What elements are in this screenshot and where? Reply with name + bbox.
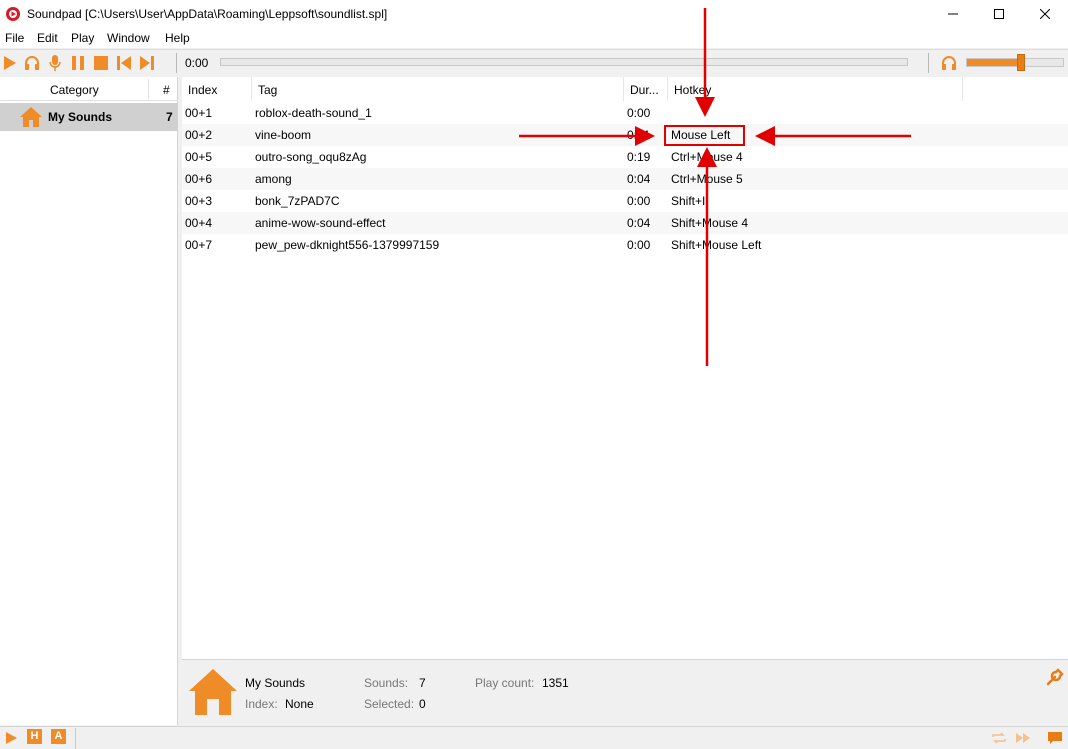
cell-duration: 0:00 xyxy=(627,238,651,252)
cell-duration: 0:00 xyxy=(627,194,651,208)
soundpad-logo-icon xyxy=(6,7,20,21)
table-row[interactable]: 00+4 anime-wow-sound-effect 0:04 Shift+Mous… xyxy=(182,212,1068,234)
info-playcount-label: Play count: xyxy=(475,676,535,690)
chat-bubble-icon[interactable] xyxy=(1047,730,1063,746)
cell-hotkey: Ctrl+Mouse 5 xyxy=(671,172,743,186)
info-selected-value: 0 xyxy=(419,697,426,711)
table-row[interactable]: 00+7 pew_pew-dknight556-1379997159 0:00 Shi… xyxy=(182,234,1068,256)
maximize-button[interactable] xyxy=(976,0,1022,28)
autostart-toggle-button[interactable]: A xyxy=(51,729,66,744)
cell-tag: anime-wow-sound-effect xyxy=(255,216,386,230)
cell-tag: bonk_7zPAD7C xyxy=(255,194,340,208)
category-name: My Sounds xyxy=(48,110,113,124)
category-header: Category # xyxy=(0,77,178,101)
menu-edit[interactable]: Edit xyxy=(37,31,58,45)
cell-duration: 0:04 xyxy=(627,172,651,186)
cell-hotkey: Shift+Mouse 4 xyxy=(671,216,749,230)
cell-tag: vine-boom xyxy=(255,128,312,142)
cell-duration: 0:19 xyxy=(627,150,651,164)
menu-help[interactable]: Help xyxy=(165,31,190,45)
category-item-my-sounds[interactable]: My Sounds 7 xyxy=(0,103,178,131)
cell-hotkey: Shift+Mouse Left xyxy=(671,238,762,252)
cell-index: 00+6 xyxy=(185,172,213,186)
home-icon xyxy=(20,107,42,127)
cell-duration: 0:04 xyxy=(627,216,651,230)
menu-file[interactable]: File xyxy=(5,31,24,45)
count-column-header[interactable]: # xyxy=(163,83,170,97)
menu-bar: File Edit Play Window Help xyxy=(0,28,1068,48)
play-icon[interactable] xyxy=(3,730,19,746)
info-playcount-value: 1351 xyxy=(542,676,569,690)
table-row[interactable]: 00+3 bonk_7zPAD7C 0:00 Shift+I xyxy=(182,190,1068,212)
status-bar: H A xyxy=(0,726,1068,749)
volume-slider[interactable] xyxy=(966,54,1064,71)
maximize-icon xyxy=(994,9,1004,19)
play-icon[interactable] xyxy=(1,54,19,72)
table-row[interactable]: 00+1 roblox-death-sound_1 0:00 xyxy=(182,102,1068,124)
category-count: 7 xyxy=(166,110,173,124)
cell-duration: 0:01 xyxy=(627,128,651,142)
seek-bar[interactable] xyxy=(220,58,908,66)
cell-index: 00+1 xyxy=(185,106,213,120)
table-row[interactable]: 00+6 among 0:04 Ctrl+Mouse 5 xyxy=(182,168,1068,190)
fast-forward-icon[interactable] xyxy=(1015,730,1031,746)
table-row[interactable]: 00+2 vine-boom 0:01 Mouse Left xyxy=(182,124,1068,146)
pause-icon[interactable] xyxy=(69,54,87,72)
playback-time: 0:00 xyxy=(185,56,209,70)
info-selected-label: Selected: xyxy=(364,697,415,711)
volume-thumb[interactable] xyxy=(1016,54,1025,71)
cell-tag: pew_pew-dknight556-1379997159 xyxy=(255,238,440,252)
sound-list: Index Tag Dur... Hotkey 00+1 roblox-death… xyxy=(182,77,1068,659)
cell-tag: outro-song_oqu8zAg xyxy=(255,150,367,164)
menu-window[interactable]: Window xyxy=(107,31,150,45)
tag-column-header[interactable]: Tag xyxy=(252,77,624,101)
cell-hotkey: Ctrl+Mouse 4 xyxy=(671,150,743,164)
menu-play[interactable]: Play xyxy=(71,31,94,45)
info-panel: My Sounds Index: None Sounds: 7 Selected… xyxy=(182,659,1068,725)
cell-tag: roblox-death-sound_1 xyxy=(255,106,372,120)
toolbar-separator xyxy=(928,53,929,73)
toolbar: 0:00 xyxy=(0,49,1068,75)
cell-index: 00+7 xyxy=(185,238,213,252)
statusbar-separator xyxy=(75,728,76,749)
microphone-icon[interactable] xyxy=(46,54,64,72)
cell-tag: among xyxy=(255,172,292,186)
stop-icon[interactable] xyxy=(92,54,110,72)
category-home-icon xyxy=(189,669,237,715)
cell-index: 00+3 xyxy=(185,194,213,208)
headphones-volume-icon[interactable] xyxy=(940,54,958,72)
index-column-header[interactable]: Index xyxy=(182,77,252,101)
info-sounds-value: 7 xyxy=(419,676,426,690)
repeat-icon[interactable] xyxy=(991,730,1007,746)
info-category-name: My Sounds xyxy=(245,676,306,690)
wrench-icon[interactable] xyxy=(1046,668,1064,686)
cell-index: 00+2 xyxy=(185,128,213,142)
cell-index: 00+4 xyxy=(185,216,213,230)
close-icon xyxy=(1040,9,1050,19)
volume-fill xyxy=(967,59,1021,66)
cell-index: 00+5 xyxy=(185,150,213,164)
toolbar-separator xyxy=(176,53,177,73)
duration-column-header[interactable]: Dur... xyxy=(624,77,668,101)
header-divider xyxy=(148,79,149,99)
previous-icon[interactable] xyxy=(115,54,133,72)
title-bar: Soundpad [C:\Users\User\AppData\Roaming\… xyxy=(0,0,1068,28)
minimize-icon xyxy=(948,13,958,15)
hotkeys-toggle-button[interactable]: H xyxy=(27,729,42,744)
close-button[interactable] xyxy=(1022,0,1068,28)
table-row[interactable]: 00+5 outro-song_oqu8zAg 0:19 Ctrl+Mouse 4 xyxy=(182,146,1068,168)
category-column-header[interactable]: Category xyxy=(50,83,99,97)
window-title: Soundpad [C:\Users\User\AppData\Roaming\… xyxy=(27,7,388,21)
next-icon[interactable] xyxy=(138,54,156,72)
info-index-value: None xyxy=(285,697,314,711)
hotkey-column-header[interactable]: Hotkey xyxy=(668,77,963,101)
minimize-button[interactable] xyxy=(930,0,976,28)
category-pane: Category # My Sounds 7 xyxy=(0,77,178,725)
info-index-label: Index: xyxy=(245,697,278,711)
info-sounds-label: Sounds: xyxy=(364,676,409,690)
cell-duration: 0:00 xyxy=(627,106,651,120)
cell-hotkey: Shift+I xyxy=(671,194,706,208)
highlighted-hotkey-box xyxy=(664,125,745,146)
headphones-icon[interactable] xyxy=(23,54,41,72)
